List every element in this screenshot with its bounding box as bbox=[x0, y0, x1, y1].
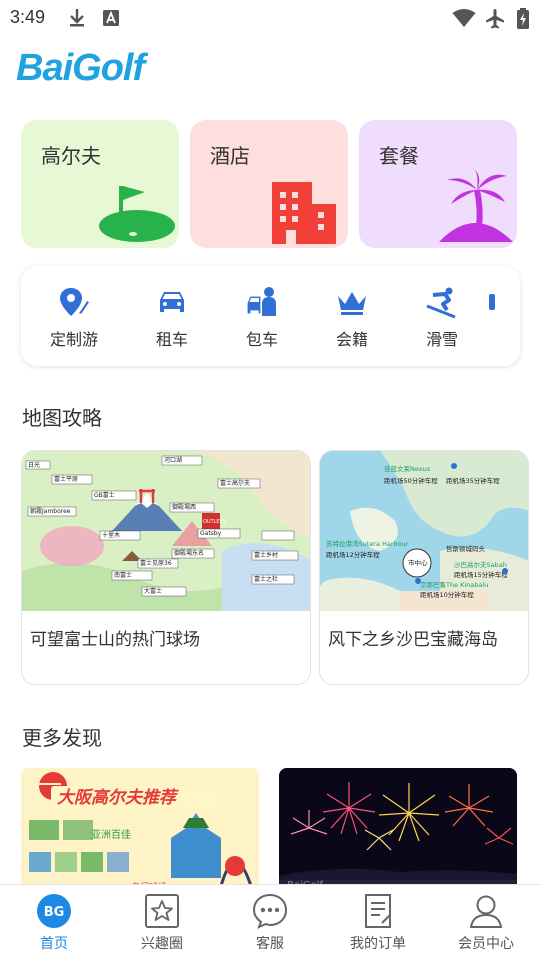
map-label: 距机场10分钟车程 bbox=[420, 590, 474, 599]
map-label: 南富士 bbox=[114, 571, 132, 579]
map-card-caption: 可望富士山的热门球场 bbox=[30, 630, 200, 650]
status-time: 3:49 bbox=[10, 7, 46, 27]
discover-card-osaka-golf[interactable]: 大阪高尔夫推荐 亚洲百佳 名门球场 bbox=[21, 768, 259, 893]
nav-customer-service[interactable]: 客服 bbox=[216, 893, 324, 953]
category-label: 套餐 bbox=[379, 144, 419, 168]
service-custom-tour[interactable]: 定制游 bbox=[29, 286, 119, 350]
service-car-rental[interactable]: 租车 bbox=[127, 286, 217, 350]
map-label: 距机场35分钟车程 bbox=[446, 476, 500, 485]
hotel-building-icon bbox=[272, 182, 336, 244]
service-more-partial[interactable] bbox=[487, 286, 520, 318]
map-pin-pen-icon bbox=[60, 288, 91, 317]
map-card-fuji[interactable]: OUTLETS 日光 河口湖 富士高尔夫 朝霧Jamboree 富士平原 GB富… bbox=[21, 450, 311, 685]
driver-car-icon bbox=[246, 287, 276, 316]
map-label: 富士见原36 bbox=[140, 559, 172, 567]
service-label: 租车 bbox=[155, 330, 188, 349]
map-label: GB富士 bbox=[94, 491, 115, 499]
fuji-map-image: OUTLETS 日光 河口湖 富士高尔夫 朝霧Jamboree 富士平原 GB富… bbox=[22, 451, 310, 611]
sabah-map-image: 佳蓝文莱Nexus 距机场50分钟车程 距机场35分钟车程 苏特拉港湾Suter… bbox=[320, 451, 528, 611]
map-label: 御殿場西 bbox=[172, 503, 196, 511]
service-skiing[interactable]: 滑雪 bbox=[397, 286, 487, 350]
keyboard-a-icon bbox=[103, 10, 119, 26]
chat-bubble-icon bbox=[252, 893, 288, 929]
map-label: 朝霧Jamboree bbox=[30, 507, 71, 515]
map-label: 富士之杜 bbox=[254, 575, 278, 583]
airplane-mode-icon bbox=[486, 9, 504, 29]
osaka-golf-poster: 大阪高尔夫推荐 亚洲百佳 名门球场 bbox=[21, 768, 259, 893]
map-label: 距机场15分钟车程 bbox=[454, 570, 508, 579]
section-title-more: 更多发现 bbox=[22, 726, 102, 750]
service-label: 定制游 bbox=[49, 330, 98, 349]
service-label: 滑雪 bbox=[425, 330, 458, 349]
logo-text-golf: Golf bbox=[72, 47, 145, 89]
service-partial-icon bbox=[489, 294, 495, 310]
wifi-icon bbox=[452, 9, 476, 27]
map-label: 富士乡村 bbox=[254, 551, 278, 559]
nav-home[interactable]: BG 首页 bbox=[0, 893, 108, 953]
map-label: 距机场50分钟车程 bbox=[384, 476, 438, 485]
fireworks-image: BaiGolf bbox=[279, 768, 517, 893]
map-card-sabah[interactable]: 佳蓝文莱Nexus 距机场50分钟车程 距机场35分钟车程 苏特拉港湾Suter… bbox=[319, 450, 529, 685]
quick-services-bar: 定制游 租车 包车 会籍 滑雪 bbox=[21, 266, 520, 366]
nav-label: 我的订单 bbox=[350, 936, 406, 952]
nav-label: 客服 bbox=[256, 936, 284, 952]
section-title-map-guide: 地图攻略 bbox=[22, 406, 102, 430]
crown-icon bbox=[338, 292, 366, 315]
nav-interest-circle[interactable]: 兴趣圈 bbox=[108, 893, 216, 953]
category-label: 酒店 bbox=[210, 144, 250, 168]
service-label: 会籍 bbox=[335, 330, 368, 349]
map-label: 十里木 bbox=[102, 531, 120, 539]
car-icon bbox=[160, 292, 184, 312]
ski-icon bbox=[426, 287, 456, 318]
fuji-illustrated-map: OUTLETS 日光 河口湖 富士高尔夫 朝霧Jamboree 富士平原 GB富… bbox=[22, 451, 310, 611]
battery-charging-icon bbox=[517, 8, 529, 29]
nav-label: 兴趣圈 bbox=[141, 936, 183, 952]
map-label: 佳蓝文莱Nexus bbox=[384, 464, 431, 473]
map-label: 河口湖 bbox=[164, 456, 182, 464]
poster-title: 大阪高尔夫推荐 bbox=[57, 788, 179, 808]
service-label: 包车 bbox=[245, 330, 278, 349]
poster-sub1: 亚洲百佳 bbox=[91, 828, 131, 841]
home-bg-icon: BG bbox=[37, 894, 71, 928]
map-label: 富士高尔夫 bbox=[220, 479, 250, 487]
bottom-nav: BG 首页 兴趣圈 客服 我的订单 会员中心 bbox=[0, 884, 540, 960]
map-label: 富士平原 bbox=[54, 475, 78, 483]
home-badge-text: BG bbox=[44, 905, 65, 920]
category-hotel-card[interactable]: 酒店 bbox=[190, 120, 348, 248]
star-square-icon bbox=[145, 894, 179, 928]
category-golf-card[interactable]: 高尔夫 bbox=[21, 120, 179, 248]
nav-my-orders[interactable]: 我的订单 bbox=[324, 893, 432, 953]
map-label: 市中心 bbox=[408, 558, 428, 567]
map-label: 哲斯顿城码头 bbox=[446, 544, 486, 553]
user-icon bbox=[469, 895, 503, 928]
sabah-illustrated-map: 佳蓝文莱Nexus 距机场50分钟车程 距机场35分钟车程 苏特拉港湾Suter… bbox=[320, 451, 528, 611]
status-bar: 3:49 bbox=[0, 0, 540, 36]
category-label: 高尔夫 bbox=[41, 144, 101, 168]
map-label: 距机场12分钟车程 bbox=[326, 550, 380, 559]
service-membership[interactable]: 会籍 bbox=[307, 286, 397, 350]
nav-member-center[interactable]: 会员中心 bbox=[432, 893, 540, 953]
palm-island-icon bbox=[439, 168, 513, 242]
svg-text:OUTLETS: OUTLETS bbox=[203, 519, 226, 525]
category-package-card[interactable]: 套餐 bbox=[359, 120, 517, 248]
map-label: 大富士 bbox=[144, 587, 162, 595]
map-label: 日光 bbox=[28, 461, 40, 469]
map-label: 苏特拉港湾Sutera Harbour bbox=[326, 539, 409, 548]
service-chartered-car[interactable]: 包车 bbox=[217, 286, 307, 350]
map-label: 沙巴高尔夫Sabah bbox=[454, 560, 507, 569]
golf-green-icon bbox=[99, 186, 175, 242]
nav-label: 首页 bbox=[40, 936, 68, 952]
baigolf-logo: BaiGolf bbox=[16, 47, 145, 89]
order-doc-icon bbox=[365, 894, 391, 928]
discover-card-fireworks[interactable]: BaiGolf bbox=[279, 768, 517, 893]
map-label: Gatsby bbox=[200, 530, 222, 537]
map-label: 京那巴鲁The Kinabalu bbox=[420, 580, 488, 589]
nav-label: 会员中心 bbox=[458, 936, 514, 952]
map-card-caption: 风下之乡沙巴宝藏海岛 bbox=[328, 630, 498, 650]
download-icon bbox=[70, 9, 84, 27]
logo-text-bai: Bai bbox=[16, 47, 73, 89]
map-label: 御殿場东名 bbox=[174, 549, 204, 557]
